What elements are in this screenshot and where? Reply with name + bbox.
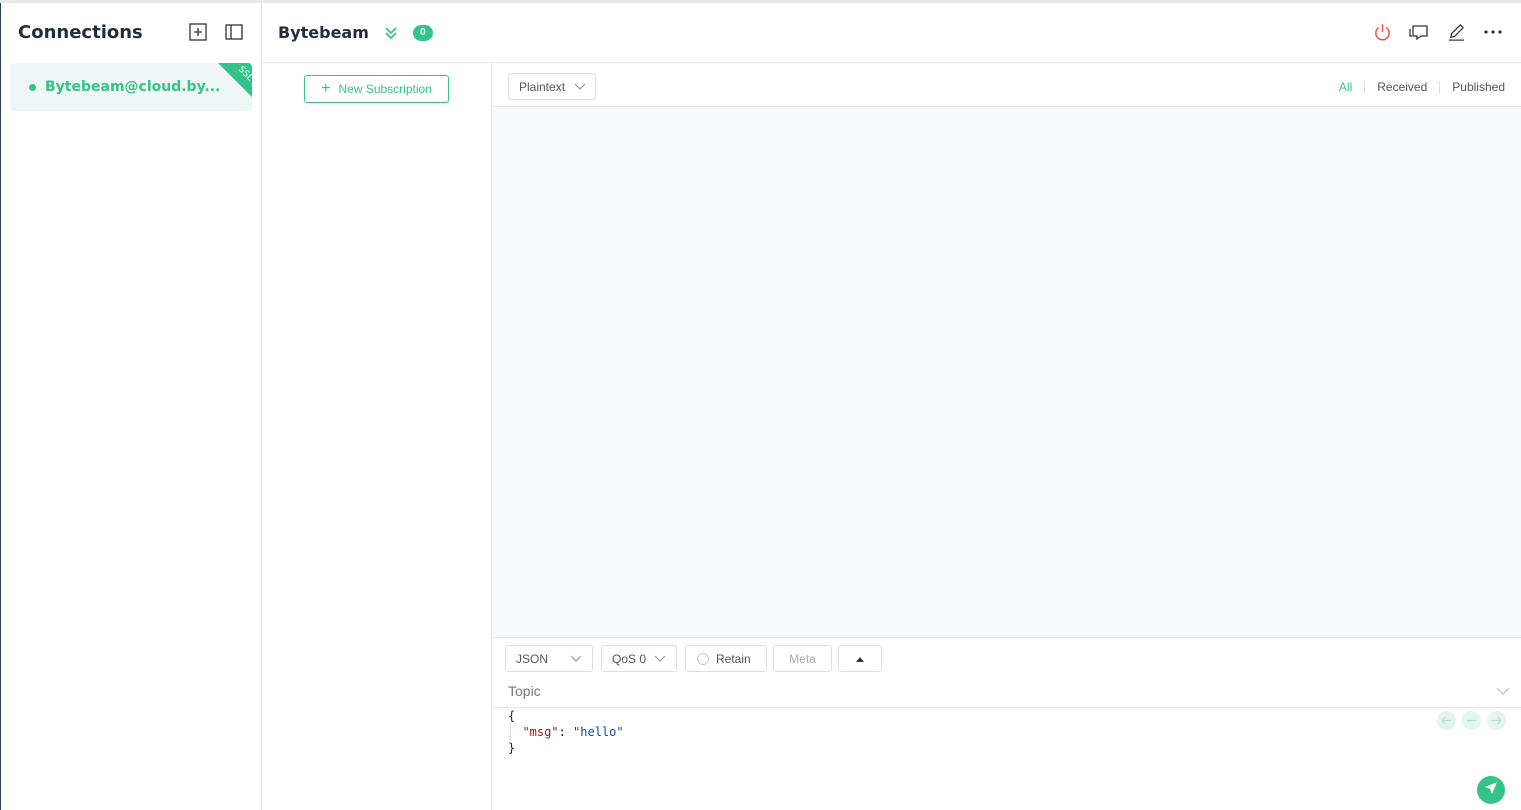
divider: [1364, 81, 1366, 93]
chevron-down-icon: [574, 81, 586, 95]
payload-type-value: JSON: [516, 651, 549, 666]
plus-icon: +: [321, 80, 331, 97]
message-filter-tabs: All Received Published: [1339, 80, 1505, 94]
qos-value: QoS 0: [612, 651, 647, 666]
meta-button[interactable]: Meta: [773, 645, 832, 672]
expand-button[interactable]: [838, 645, 882, 672]
toggle-sidebar-icon[interactable]: [224, 22, 244, 42]
chevron-down-icon: [570, 653, 582, 667]
filter-tab-published[interactable]: Published: [1452, 80, 1505, 94]
new-subscription-label: New Subscription: [338, 82, 432, 96]
more-icon[interactable]: [1483, 22, 1503, 42]
connection-header: Bytebeam 0: [262, 3, 1521, 63]
connection-status-dot: [29, 83, 36, 91]
edit-icon[interactable]: [1446, 22, 1466, 42]
topic-row: [492, 681, 1521, 708]
qos-select[interactable]: QoS 0: [601, 645, 677, 672]
payload-type-select[interactable]: JSON: [505, 645, 593, 672]
header-actions: [1372, 22, 1503, 42]
collapse-icon[interactable]: [383, 25, 399, 41]
filter-tab-all[interactable]: All: [1339, 80, 1352, 94]
message-count-badge: 0: [412, 24, 433, 41]
retain-radio: [697, 652, 709, 665]
subscriptions-panel: + New Subscription: [262, 63, 492, 810]
arrow-left-icon[interactable]: [1437, 711, 1456, 730]
arrow-right-icon[interactable]: [1487, 711, 1506, 730]
connection-title: Bytebeam: [278, 23, 369, 42]
indent-guide: [510, 724, 511, 740]
format-select[interactable]: Plaintext: [508, 73, 596, 100]
publish-panel: JSON QoS 0 Retain Meta Topic {"msg": "h…: [492, 637, 1521, 810]
caret-up-icon: [855, 652, 865, 666]
payload-editor[interactable]: { "msg": "hello" }: [508, 708, 624, 756]
sidebar-title: Connections: [18, 21, 143, 43]
payload-line-text: "msg": "hello": [522, 725, 624, 739]
history-buttons: [1437, 711, 1506, 730]
new-subscription-button[interactable]: + New Subscription: [304, 75, 449, 103]
retain-checkbox[interactable]: Retain: [685, 645, 767, 672]
app-window: Connections Bytebeam@cloud.by... SSL Byt…: [0, 0, 1521, 810]
send-button[interactable]: [1477, 776, 1505, 804]
retain-label: Retain: [716, 651, 751, 666]
payload-line: "msg": "hello": [508, 724, 624, 740]
chevron-down-icon: [654, 653, 666, 667]
chevron-down-icon[interactable]: [1496, 683, 1510, 701]
minus-icon[interactable]: [1462, 711, 1481, 730]
meta-label: Meta: [789, 651, 816, 666]
format-select-value: Plaintext: [519, 79, 566, 94]
message-list[interactable]: [492, 107, 1521, 637]
power-icon[interactable]: [1372, 22, 1392, 42]
connection-item[interactable]: Bytebeam@cloud.by... SSL: [10, 63, 252, 111]
topic-input[interactable]: [508, 683, 1408, 699]
message-toolbar: Plaintext All Received Published: [492, 63, 1521, 107]
send-icon: [1484, 781, 1498, 800]
payload-line: }: [508, 741, 516, 755]
connection-name: Bytebeam@cloud.by...: [45, 79, 221, 95]
filter-tab-received[interactable]: Received: [1377, 80, 1427, 94]
connections-sidebar: Connections Bytebeam@cloud.by... SSL: [0, 3, 262, 810]
sidebar-header: Connections: [1, 3, 261, 61]
chat-icon[interactable]: [1409, 22, 1429, 42]
divider: [1439, 81, 1441, 93]
add-connection-icon[interactable]: [188, 22, 208, 42]
payload-line: {: [508, 709, 516, 723]
